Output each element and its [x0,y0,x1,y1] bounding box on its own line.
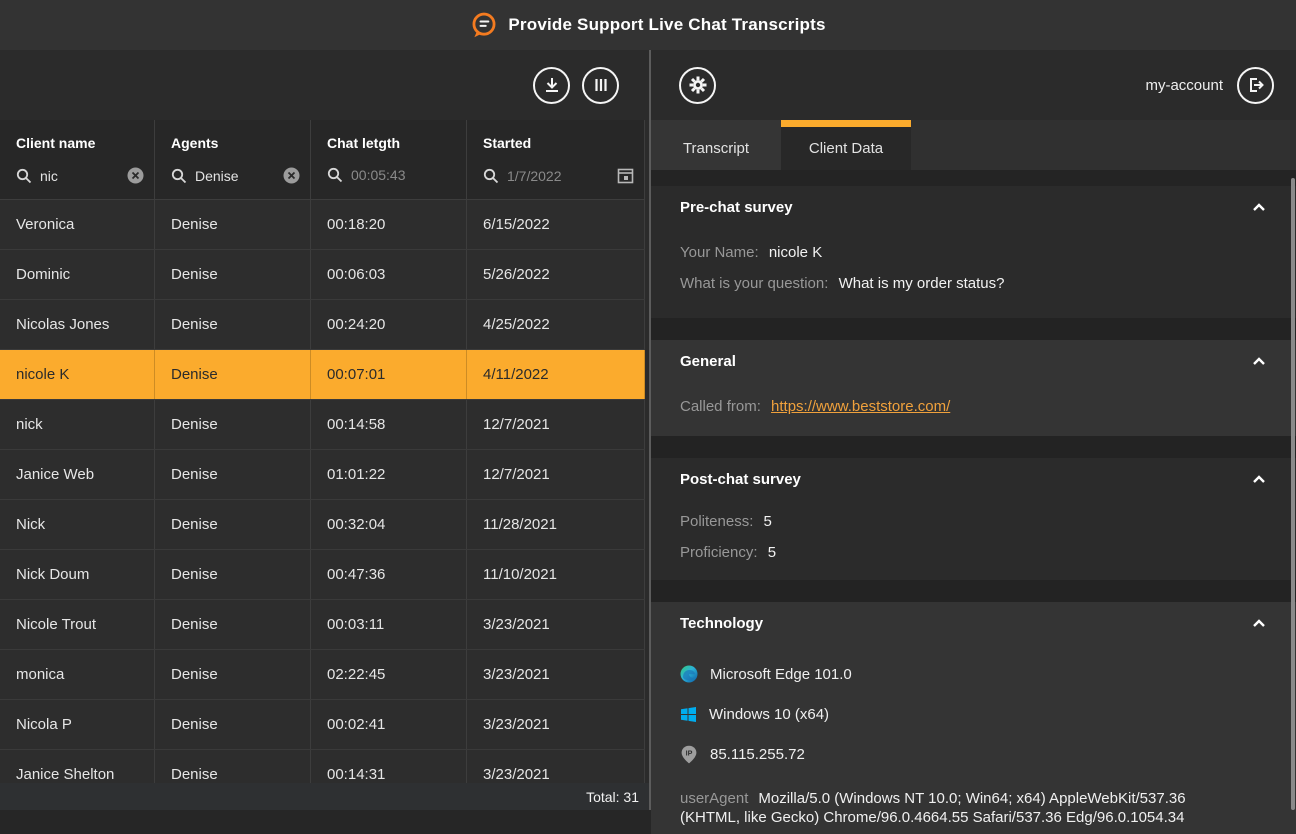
clear-agents-filter-button[interactable] [283,167,300,184]
column-header-agents[interactable]: Agents [171,135,310,151]
logout-button[interactable] [1237,67,1274,104]
table-header: Client name Agents Chat letgth [0,120,645,200]
field-proficiency: Proficiency: 5 [680,537,1266,568]
table-row[interactable]: NickDenise00:32:0411/28/2021 [0,500,645,550]
gear-icon [688,75,708,95]
list-toolbar [0,50,649,120]
column-agents: Agents [155,120,311,199]
chat-length-filter-input[interactable] [351,167,456,183]
table-row[interactable]: Nicolas JonesDenise00:24:204/25/2022 [0,300,645,350]
tech-ip: IP 85.115.255.72 [680,734,1266,774]
column-started: Started [467,120,645,199]
date-picker-button[interactable] [617,167,634,184]
table-row[interactable]: Nick DoumDenise00:47:3611/10/2021 [0,550,645,600]
column-header-client-name[interactable]: Client name [16,135,154,151]
tab-gap [651,170,1296,186]
table-row[interactable]: VeronicaDenise00:18:206/15/2022 [0,200,645,250]
transcripts-table-body: VeronicaDenise00:18:206/15/2022 DominicD… [0,200,645,833]
detail-toolbar: my-account [651,50,1296,120]
table-row[interactable]: Nicole TroutDenise00:03:113/23/2021 [0,600,645,650]
download-icon [543,76,561,94]
table-footer: Total: 31 [0,783,649,810]
column-header-started[interactable]: Started [483,135,644,151]
total-count: Total: 31 [586,789,639,805]
section-post-chat-survey: Post-chat survey Politeness: 5 Proficien… [651,458,1296,580]
field-your-name: Your Name: nicole K [680,237,1266,268]
app-title: Provide Support Live Chat Transcripts [508,15,825,35]
tab-client-data[interactable]: Client Data [781,120,911,170]
download-button[interactable] [533,67,570,104]
section-title: Post-chat survey [680,471,801,488]
tech-os: Windows 10 (x64) [680,694,1266,734]
app-logo-icon [470,11,498,39]
table-row-selected[interactable]: nicole KDenise00:07:014/11/2022 [0,350,645,400]
started-date-filter-input[interactable] [507,168,609,184]
called-from-link[interactable]: https://www.beststore.com/ [771,398,950,415]
chevron-up-icon [1252,475,1266,484]
columns-icon [592,76,610,94]
panel-divider [649,50,651,810]
section-general: General Called from: https://www.beststo… [651,340,1296,436]
chevron-up-icon [1252,357,1266,366]
field-called-from: Called from: https://www.beststore.com/ [680,391,1266,422]
chevron-up-icon [1252,619,1266,628]
table-row[interactable]: DominicDenise00:06:035/26/2022 [0,250,645,300]
logout-icon [1247,76,1265,94]
column-chat-length: Chat letgth [311,120,467,199]
table-row[interactable]: nickDenise00:14:5812/7/2021 [0,400,645,450]
field-user-agent: userAgentMozilla/5.0 (Windows NT 10.0; W… [680,789,1245,827]
clear-icon [127,167,144,184]
section-header-technology[interactable]: Technology [680,615,1266,632]
search-icon [327,167,343,183]
windows-icon [680,706,697,723]
search-icon [171,168,187,184]
title-bar: Provide Support Live Chat Transcripts [0,0,1296,50]
tech-browser: Microsoft Edge 101.0 [680,654,1266,694]
section-title: Technology [680,615,763,632]
tab-transcript[interactable]: Transcript [651,120,781,170]
client-name-filter-input[interactable] [40,168,119,184]
settings-button[interactable] [679,67,716,104]
section-header-pre-chat[interactable]: Pre-chat survey [680,199,1266,216]
calendar-icon [617,167,634,184]
section-header-post-chat[interactable]: Post-chat survey [680,471,1266,488]
columns-button[interactable] [582,67,619,104]
field-question: What is your question: What is my order … [680,268,1266,299]
agents-filter-input[interactable] [195,168,275,184]
chevron-up-icon [1252,203,1266,212]
search-icon [483,168,499,184]
transcripts-list-panel: Client name Agents Chat letgth [0,50,649,810]
table-row[interactable]: Janice WebDenise01:01:2212/7/2021 [0,450,645,500]
table-row[interactable]: monicaDenise02:22:453/23/2021 [0,650,645,700]
column-header-chat-length[interactable]: Chat letgth [327,135,466,151]
edge-icon [680,665,698,683]
section-technology: Technology Microsoft Edge 101.0 [651,602,1296,834]
table-row[interactable]: Nicola PDenise00:02:413/23/2021 [0,700,645,750]
client-data-content: Pre-chat survey Your Name: nicole K What… [651,186,1296,810]
ip-pin-icon: IP [680,745,698,764]
account-menu[interactable]: my-account [1145,77,1223,94]
clear-icon [283,167,300,184]
clear-client-filter-button[interactable] [127,167,144,184]
vertical-scrollbar[interactable] [1291,178,1295,810]
column-client-name: Client name [0,120,155,199]
svg-text:IP: IP [686,748,693,757]
section-title: Pre-chat survey [680,199,793,216]
detail-tabs: Transcript Client Data [651,120,1296,170]
section-header-general[interactable]: General [680,353,1266,370]
field-politeness: Politeness: 5 [680,506,1266,537]
search-icon [16,168,32,184]
section-pre-chat-survey: Pre-chat survey Your Name: nicole K What… [651,186,1296,318]
detail-panel: my-account Transcript Client Data Pre-ch… [651,50,1296,810]
section-title: General [680,353,736,370]
